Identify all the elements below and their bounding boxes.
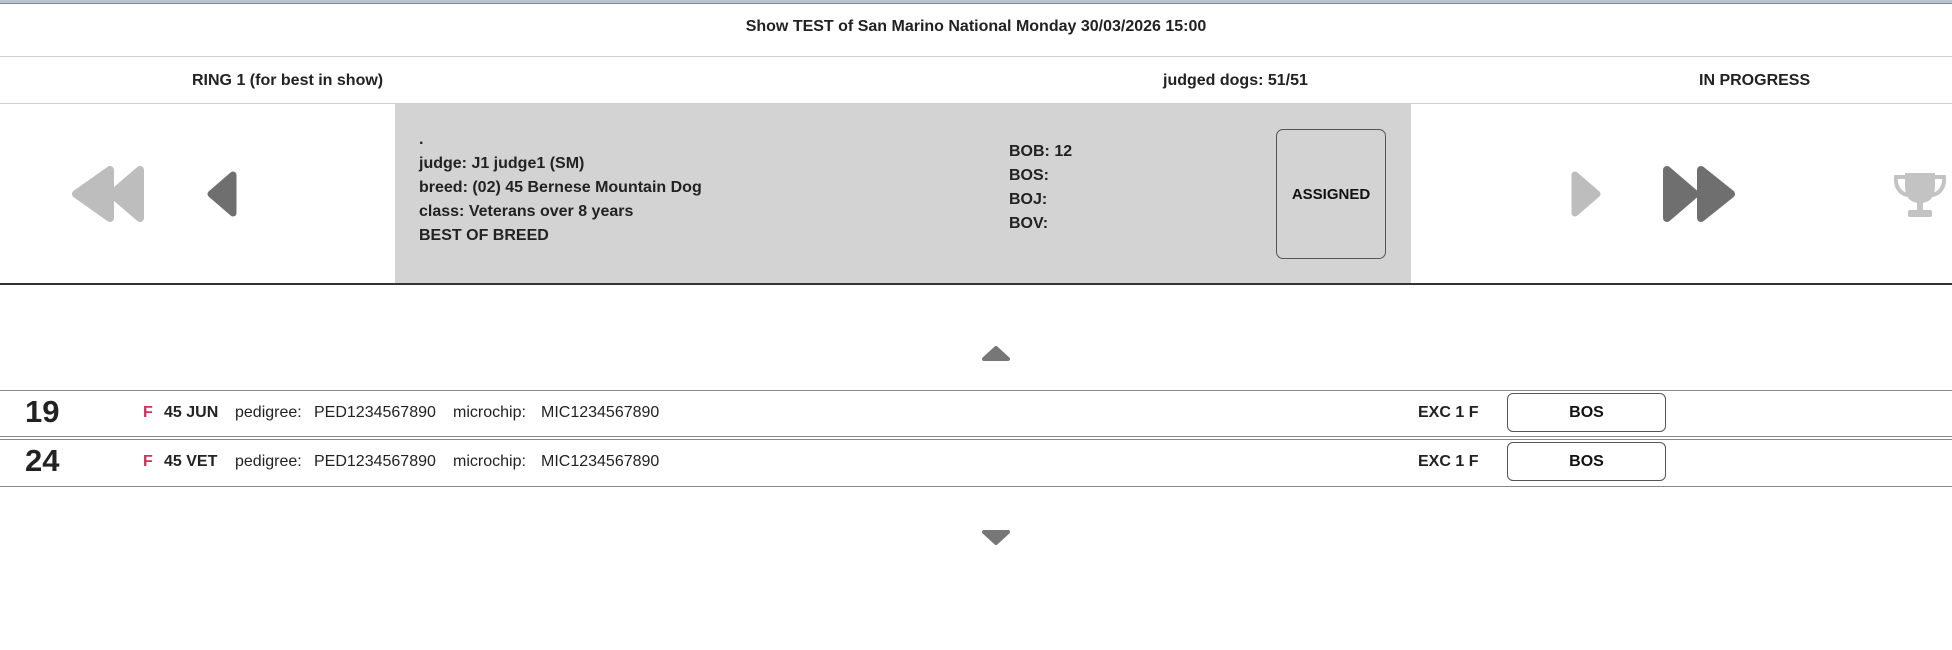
show-title: Show TEST of San Marino National Monday … <box>745 18 1207 35</box>
judge-info: judge: J1 judge1 (SM) <box>419 155 585 172</box>
dog-number: 24 <box>25 443 60 478</box>
award-button[interactable]: BOS <box>1507 393 1666 432</box>
pedigree-value: PED1234567890 <box>314 404 436 421</box>
dog-grade: EXC 1 F <box>1418 453 1479 470</box>
award-button[interactable]: BOS <box>1507 442 1666 481</box>
trophy-icon[interactable] <box>1891 170 1949 222</box>
class-info: class: Veterans over 8 years <box>419 203 634 220</box>
bob-award: BOB: 12 <box>1009 143 1073 160</box>
microchip-value: MIC1234567890 <box>541 453 660 470</box>
dog-number: 19 <box>25 394 60 429</box>
divider <box>0 436 1952 437</box>
table-row: 24 F 45 VET pedigree: PED1234567890 micr… <box>0 439 1952 485</box>
top-rule <box>0 0 1952 4</box>
table-row: 19 F 45 JUN pedigree: PED1234567890 micr… <box>0 390 1952 436</box>
divider <box>0 56 1952 57</box>
breed-info: breed: (02) 45 Bernese Mountain Dog <box>419 179 702 196</box>
dog-sex: F <box>143 404 153 421</box>
pedigree-label: pedigree: <box>235 453 302 470</box>
dog-sex: F <box>143 453 153 470</box>
pedigree-label: pedigree: <box>235 404 302 421</box>
divider <box>0 486 1952 487</box>
dog-class: 45 JUN <box>164 404 219 421</box>
bos-award: BOS: <box>1009 167 1049 184</box>
bov-award: BOV: <box>1009 215 1049 232</box>
chevron-right-icon[interactable] <box>1570 171 1602 217</box>
panel-bottom-border <box>0 283 1952 285</box>
double-chevron-left-icon[interactable] <box>70 165 146 223</box>
pedigree-value: PED1234567890 <box>314 453 436 470</box>
double-chevron-right-icon[interactable] <box>1661 165 1737 223</box>
microchip-label: microchip: <box>453 453 526 470</box>
boj-award: BOJ: <box>1009 191 1048 208</box>
assigned-button[interactable]: ASSIGNED <box>1276 129 1386 259</box>
dog-grade: EXC 1 F <box>1418 404 1479 421</box>
dog-class: 45 VET <box>164 453 218 470</box>
microchip-value: MIC1234567890 <box>541 404 660 421</box>
judged-count: judged dogs: 51/51 <box>1163 72 1308 89</box>
status-label: IN PROGRESS <box>1699 72 1811 89</box>
ring-label: RING 1 (for best in show) <box>192 72 384 89</box>
section-info: BEST OF BREED <box>419 227 549 244</box>
chevron-left-icon[interactable] <box>206 171 238 217</box>
microchip-label: microchip: <box>453 404 526 421</box>
caret-up-icon[interactable] <box>980 344 1012 364</box>
info-dot: . <box>419 131 424 148</box>
caret-down-icon[interactable] <box>980 528 1012 548</box>
